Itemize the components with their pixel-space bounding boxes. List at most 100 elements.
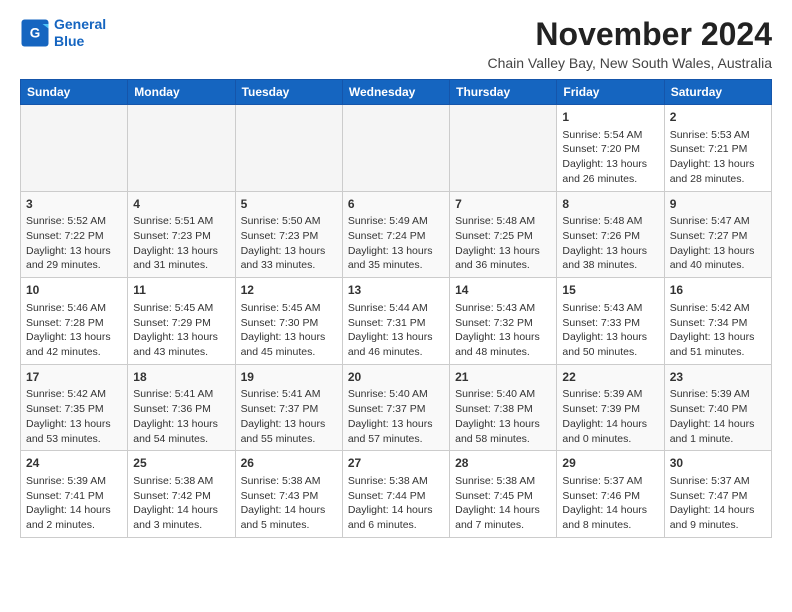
title-block: November 2024 Chain Valley Bay, New Sout… — [487, 16, 772, 71]
day-info: Sunrise: 5:53 AM Sunset: 7:21 PM Dayligh… — [670, 128, 766, 187]
calendar-cell: 6Sunrise: 5:49 AM Sunset: 7:24 PM Daylig… — [342, 191, 449, 278]
day-number: 13 — [348, 282, 444, 299]
weekday-header-row: SundayMondayTuesdayWednesdayThursdayFrid… — [21, 80, 772, 105]
weekday-header-sunday: Sunday — [21, 80, 128, 105]
day-info: Sunrise: 5:38 AM Sunset: 7:44 PM Dayligh… — [348, 474, 444, 533]
weekday-header-monday: Monday — [128, 80, 235, 105]
calendar-cell — [128, 105, 235, 192]
calendar-cell: 4Sunrise: 5:51 AM Sunset: 7:23 PM Daylig… — [128, 191, 235, 278]
logo: G General Blue — [20, 16, 106, 50]
weekday-header-tuesday: Tuesday — [235, 80, 342, 105]
day-info: Sunrise: 5:39 AM Sunset: 7:41 PM Dayligh… — [26, 474, 122, 533]
day-info: Sunrise: 5:47 AM Sunset: 7:27 PM Dayligh… — [670, 214, 766, 273]
day-number: 4 — [133, 196, 229, 213]
calendar-cell: 25Sunrise: 5:38 AM Sunset: 7:42 PM Dayli… — [128, 451, 235, 538]
day-number: 30 — [670, 455, 766, 472]
calendar-cell: 21Sunrise: 5:40 AM Sunset: 7:38 PM Dayli… — [450, 364, 557, 451]
day-info: Sunrise: 5:52 AM Sunset: 7:22 PM Dayligh… — [26, 214, 122, 273]
calendar-cell: 23Sunrise: 5:39 AM Sunset: 7:40 PM Dayli… — [664, 364, 771, 451]
calendar-cell — [342, 105, 449, 192]
day-info: Sunrise: 5:46 AM Sunset: 7:28 PM Dayligh… — [26, 301, 122, 360]
calendar-cell: 30 Sunrise: 5:37 AM Sunset: 7:47 PM Dayli… — [664, 451, 771, 538]
day-number: 15 — [562, 282, 658, 299]
calendar-cell — [450, 105, 557, 192]
calendar-cell — [235, 105, 342, 192]
weekday-header-thursday: Thursday — [450, 80, 557, 105]
day-info: Sunrise: 5:49 AM Sunset: 7:24 PM Dayligh… — [348, 214, 444, 273]
day-number: 25 — [133, 455, 229, 472]
day-info: Sunrise: 5:48 AM Sunset: 7:26 PM Dayligh… — [562, 214, 658, 273]
logo-icon: G — [20, 18, 50, 48]
calendar-cell: 18Sunrise: 5:41 AM Sunset: 7:36 PM Dayli… — [128, 364, 235, 451]
day-number: 18 — [133, 369, 229, 386]
day-info: Sunrise: 5:38 AM Sunset: 7:45 PM Dayligh… — [455, 474, 551, 533]
day-info: Sunrise: 5:43 AM Sunset: 7:33 PM Dayligh… — [562, 301, 658, 360]
calendar-week-row: 17Sunrise: 5:42 AM Sunset: 7:35 PM Dayli… — [21, 364, 772, 451]
day-info: Sunrise: 5:40 AM Sunset: 7:37 PM Dayligh… — [348, 387, 444, 446]
day-number: 2 — [670, 109, 766, 126]
calendar-cell: 8Sunrise: 5:48 AM Sunset: 7:26 PM Daylig… — [557, 191, 664, 278]
calendar-cell: 27Sunrise: 5:38 AM Sunset: 7:44 PM Dayli… — [342, 451, 449, 538]
day-info: Sunrise: 5:39 AM Sunset: 7:39 PM Dayligh… — [562, 387, 658, 446]
calendar-cell: 1 Sunrise: 5:54 AM Sunset: 7:20 PM Daylig… — [557, 105, 664, 192]
day-number: 12 — [241, 282, 337, 299]
weekday-header-friday: Friday — [557, 80, 664, 105]
day-number: 1 — [562, 109, 658, 126]
day-info: Sunrise: 5:44 AM Sunset: 7:31 PM Dayligh… — [348, 301, 444, 360]
day-info: Sunrise: 5:41 AM Sunset: 7:36 PM Dayligh… — [133, 387, 229, 446]
day-info: Sunrise: 5:37 AM Sunset: 7:46 PM Dayligh… — [562, 474, 658, 533]
day-number: 8 — [562, 196, 658, 213]
day-number: 11 — [133, 282, 229, 299]
logo-line2: Blue — [54, 33, 84, 49]
calendar-cell: 22Sunrise: 5:39 AM Sunset: 7:39 PM Dayli… — [557, 364, 664, 451]
location: Chain Valley Bay, New South Wales, Austr… — [487, 55, 772, 71]
calendar-cell: 14Sunrise: 5:43 AM Sunset: 7:32 PM Dayli… — [450, 278, 557, 365]
calendar-cell: 16 Sunrise: 5:42 AM Sunset: 7:34 PM Dayli… — [664, 278, 771, 365]
weekday-header-wednesday: Wednesday — [342, 80, 449, 105]
calendar-cell: 7Sunrise: 5:48 AM Sunset: 7:25 PM Daylig… — [450, 191, 557, 278]
logo-text: General Blue — [54, 16, 106, 50]
calendar-cell: 28 Sunrise: 5:38 AM Sunset: 7:45 PM Dayli… — [450, 451, 557, 538]
day-info: Sunrise: 5:39 AM Sunset: 7:40 PM Dayligh… — [670, 387, 766, 446]
day-info: Sunrise: 5:51 AM Sunset: 7:23 PM Dayligh… — [133, 214, 229, 273]
calendar: SundayMondayTuesdayWednesdayThursdayFrid… — [20, 79, 772, 538]
day-info: Sunrise: 5:43 AM Sunset: 7:32 PM Dayligh… — [455, 301, 551, 360]
calendar-cell: 15 Sunrise: 5:43 AM Sunset: 7:33 PM Dayli… — [557, 278, 664, 365]
day-number: 22 — [562, 369, 658, 386]
calendar-cell: 12 Sunrise: 5:45 AM Sunset: 7:30 PM Dayli… — [235, 278, 342, 365]
day-number: 23 — [670, 369, 766, 386]
calendar-cell: 19Sunrise: 5:41 AM Sunset: 7:37 PM Dayli… — [235, 364, 342, 451]
day-info: Sunrise: 5:54 AM Sunset: 7:20 PM Dayligh… — [562, 128, 658, 187]
day-number: 5 — [241, 196, 337, 213]
day-number: 3 — [26, 196, 122, 213]
month-title: November 2024 — [487, 16, 772, 53]
day-info: Sunrise: 5:40 AM Sunset: 7:38 PM Dayligh… — [455, 387, 551, 446]
day-info: Sunrise: 5:42 AM Sunset: 7:34 PM Dayligh… — [670, 301, 766, 360]
day-number: 6 — [348, 196, 444, 213]
page-header: G General Blue November 2024 Chain Valle… — [20, 16, 772, 71]
calendar-week-row: 3Sunrise: 5:52 AM Sunset: 7:22 PM Daylig… — [21, 191, 772, 278]
day-info: Sunrise: 5:37 AM Sunset: 7:47 PM Dayligh… — [670, 474, 766, 533]
calendar-week-row: 1 Sunrise: 5:54 AM Sunset: 7:20 PM Daylig… — [21, 105, 772, 192]
day-number: 10 — [26, 282, 122, 299]
calendar-cell: 24 Sunrise: 5:39 AM Sunset: 7:41 PM Dayli… — [21, 451, 128, 538]
day-number: 17 — [26, 369, 122, 386]
day-info: Sunrise: 5:48 AM Sunset: 7:25 PM Dayligh… — [455, 214, 551, 273]
day-info: Sunrise: 5:45 AM Sunset: 7:30 PM Dayligh… — [241, 301, 337, 360]
day-number: 28 — [455, 455, 551, 472]
day-info: Sunrise: 5:50 AM Sunset: 7:23 PM Dayligh… — [241, 214, 337, 273]
calendar-cell: 9Sunrise: 5:47 AM Sunset: 7:27 PM Daylig… — [664, 191, 771, 278]
day-number: 20 — [348, 369, 444, 386]
day-number: 16 — [670, 282, 766, 299]
svg-text:G: G — [30, 25, 41, 40]
day-number: 7 — [455, 196, 551, 213]
calendar-cell: 17Sunrise: 5:42 AM Sunset: 7:35 PM Dayli… — [21, 364, 128, 451]
day-info: Sunrise: 5:41 AM Sunset: 7:37 PM Dayligh… — [241, 387, 337, 446]
calendar-cell: 11Sunrise: 5:45 AM Sunset: 7:29 PM Dayli… — [128, 278, 235, 365]
calendar-cell: 5Sunrise: 5:50 AM Sunset: 7:23 PM Daylig… — [235, 191, 342, 278]
day-info: Sunrise: 5:38 AM Sunset: 7:43 PM Dayligh… — [241, 474, 337, 533]
logo-line1: General — [54, 16, 106, 32]
calendar-cell — [21, 105, 128, 192]
day-number: 24 — [26, 455, 122, 472]
day-number: 19 — [241, 369, 337, 386]
